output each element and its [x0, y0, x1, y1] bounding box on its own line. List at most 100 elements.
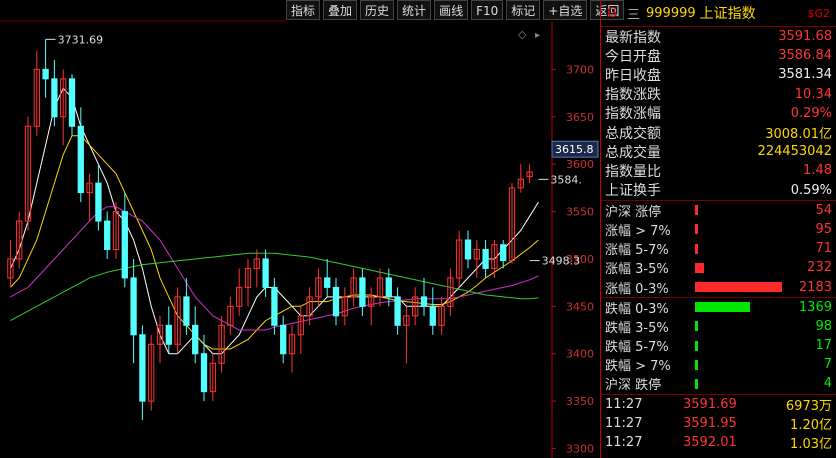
breadth-value: 95 [815, 221, 832, 237]
breadth-bar-track [695, 281, 782, 293]
quote-label: 总成交额 [605, 125, 661, 142]
toolbar-button-3[interactable]: 统计 [397, 0, 432, 20]
security-code: 999999 [646, 5, 696, 21]
breadth-label: 涨幅 0-3% [605, 281, 669, 297]
breadth-bar [695, 282, 782, 293]
breadth-bar [695, 302, 750, 313]
candle-body-down [200, 353, 208, 393]
candle-body-down [183, 296, 190, 326]
candle-body-down [68, 78, 76, 127]
tick-price: 3591.69 [683, 396, 737, 412]
tick-list: 11:27 3591.69 6973万 11:27 3591.95 1.20亿 11:27 3… [601, 393, 836, 453]
quote-list: 最新指数 3591.68 今日开盘 3586.84 昨日收盘 3581.34 指数涨跌 10.… [601, 27, 836, 200]
quote-value: 0.59% [790, 182, 832, 198]
breadth-bar-track [695, 340, 782, 352]
diamond-icon: ◇ [518, 28, 527, 41]
kline-chart[interactable]: 3300 3350 3400 3450 3500 3550 3600 3650 3700 3615… [0, 0, 600, 458]
breadth-row: 跌幅 5-7% 17 [601, 336, 836, 355]
breadth-bar [695, 359, 698, 370]
breadth-value: 54 [815, 202, 832, 218]
breadth-value: 17 [815, 338, 832, 354]
breadth-row: 跌幅 3-5% 98 [601, 317, 836, 336]
candle-body-down [165, 324, 172, 345]
expand-icon: ▸ [535, 30, 540, 41]
y-tick-label: 3450 [566, 300, 594, 313]
breadth-label: 跌幅 0-3% [605, 301, 669, 317]
quote-value: 3586.84 [778, 48, 832, 64]
breadth-label: 涨幅 3-5% [605, 262, 669, 278]
quote-row: 今日开盘 3586.84 [601, 46, 836, 65]
candle-body-down [429, 305, 436, 326]
security-header: G 三 999999 上证指数 $G2 [601, 0, 836, 27]
breadth-bar [695, 378, 698, 389]
breadth-label: 跌幅 5-7% [605, 340, 669, 356]
candle-body-down [104, 220, 111, 250]
tick-price: 3591.95 [683, 415, 737, 431]
breadth-value: 4 [823, 376, 832, 392]
annotation-label: 3498.3 [542, 255, 581, 268]
breadth-bar [695, 321, 699, 332]
candle-body-down [332, 286, 340, 317]
toolbar-button-1[interactable]: 叠加 [323, 0, 358, 20]
candle-body-down [77, 125, 84, 194]
quote-value: 3008.01亿 [765, 127, 832, 143]
breadth-row: 跌幅 > 7% 7 [601, 355, 836, 374]
kline-svg[interactable]: 3300335034003450350035503600365037003615… [0, 0, 600, 458]
quote-row: 上证换手 0.59% [601, 181, 836, 200]
y-tick-label: 3400 [566, 348, 594, 361]
quote-row: 指数涨跌 10.34 [601, 85, 836, 104]
breadth-value: 98 [815, 318, 832, 334]
quote-value: 3581.34 [778, 67, 832, 83]
annotation-label: 3584. [550, 173, 582, 186]
breadth-value: 7 [823, 357, 832, 373]
chart-toolbar: 指标 叠加 历史 统计 画线 F10 标记 +自选 返回 [286, 0, 628, 22]
toolbar-button-4[interactable]: 画线 [434, 0, 469, 20]
breadth-bar-track [695, 359, 782, 371]
toolbar-button-2[interactable]: 历史 [360, 0, 395, 20]
quote-label: 昨日收盘 [605, 67, 661, 84]
candle-body-down [95, 182, 102, 222]
quote-label: 今日开盘 [605, 48, 661, 65]
tick-volume: 1.03亿 [790, 437, 832, 453]
toolbar-button-6[interactable]: 标记 [506, 0, 541, 20]
breadth-row: 沪深 涨停 54 [601, 201, 836, 220]
breadth-value: 71 [815, 241, 832, 257]
breadth-row: 涨幅 5-7% 71 [601, 239, 836, 258]
tick-time: 11:27 [605, 415, 643, 431]
toolbar-button-0[interactable]: 指标 [286, 0, 321, 20]
tick-row: 11:27 3591.95 1.20亿 [601, 414, 836, 433]
y-tick-label: 3600 [566, 158, 594, 171]
breadth-row: 沪深 跌停 4 [601, 374, 836, 393]
breadth-value: 232 [807, 260, 832, 276]
y-tick-label: 3350 [566, 395, 594, 408]
quote-label: 上证换手 [605, 183, 661, 200]
tick-volume: 6973万 [785, 398, 832, 414]
menu-icon[interactable]: 三 [627, 4, 640, 23]
y-tick-label: 3300 [566, 443, 594, 456]
quote-label: 总成交量 [605, 144, 661, 161]
candle-body-down [420, 296, 428, 307]
toolbar-button-7[interactable]: +自选 [543, 0, 588, 20]
market-tag: $G2 [807, 6, 830, 20]
breadth-row: 跌幅 0-3% 1369 [601, 298, 836, 317]
toolbar-button-5[interactable]: F10 [471, 0, 504, 20]
candle-body-down [130, 277, 137, 336]
candle-body-down [324, 277, 331, 288]
quote-value: 1.48 [803, 163, 832, 179]
quote-row: 指数量比 1.48 [601, 161, 836, 180]
annotation-label: 3731.69 [58, 33, 104, 46]
breadth-bar [695, 340, 698, 351]
quote-row: 总成交量 224453042 [601, 142, 836, 161]
breadth-up-list: 沪深 涨停 54 涨幅 > 7% 95 涨幅 5-7% 71 涨幅 3-5% 232 涨幅 0-… [601, 199, 836, 297]
security-name: 上证指数 [699, 6, 756, 22]
quote-panel: G 三 999999 上证指数 $G2 最新指数 3591.68 今日开盘 3586.… [600, 0, 836, 458]
breadth-bar [695, 224, 698, 235]
breadth-label: 跌幅 3-5% [605, 320, 669, 336]
quote-label: 指数量比 [605, 163, 661, 180]
breadth-down-list: 跌幅 0-3% 1369 跌幅 3-5% 98 跌幅 5-7% 17 跌幅 > 7% 7 沪深 … [601, 296, 836, 394]
candle-body-down [394, 296, 401, 326]
candle-body-down [359, 277, 366, 307]
breadth-value: 2183 [798, 279, 832, 295]
y-tick-label: 3650 [566, 111, 594, 124]
y-tick-label: 3700 [566, 63, 594, 76]
